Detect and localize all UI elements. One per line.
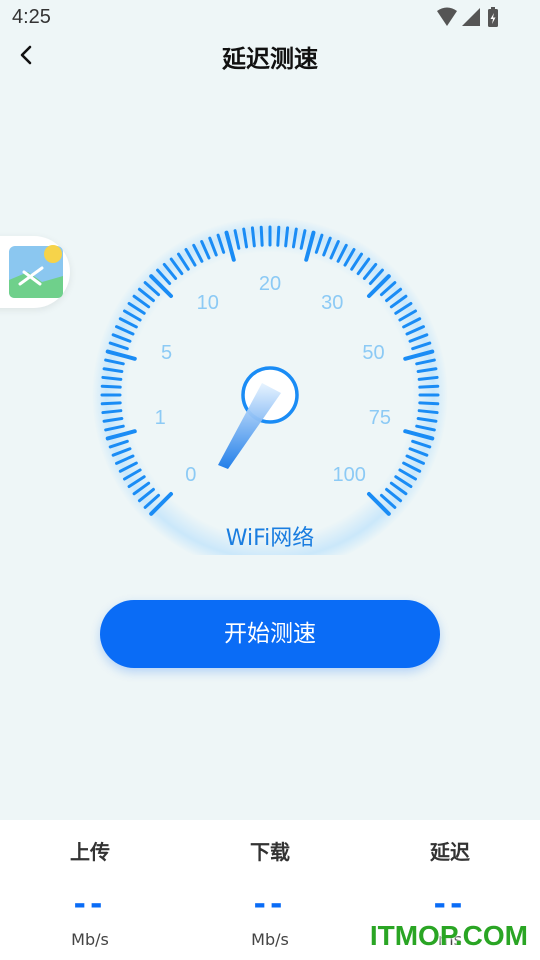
watermark-logo: ITMOP.COM bbox=[369, 920, 528, 951]
gauge-label-100: 100 bbox=[333, 464, 366, 486]
battery-icon bbox=[488, 7, 498, 27]
stat-download-value: -- bbox=[253, 887, 287, 922]
status-time: 4:25 bbox=[12, 6, 51, 28]
gauge-label-20: 20 bbox=[259, 273, 281, 295]
start-test-button[interactable]: 开始测速 bbox=[100, 600, 440, 668]
speed-gauge: 0 1 5 10 20 30 50 75 100 bbox=[92, 217, 448, 555]
network-type-label: WiFi网络 bbox=[225, 526, 315, 551]
gauge-tick bbox=[259, 225, 264, 247]
status-icons bbox=[437, 7, 498, 27]
gauge-label-30: 30 bbox=[321, 292, 343, 314]
stat-upload-value: -- bbox=[73, 887, 107, 922]
gauge-tick bbox=[101, 375, 123, 381]
gauge-tick bbox=[250, 226, 256, 248]
signal-icon bbox=[462, 8, 480, 26]
gauge-tick bbox=[276, 225, 281, 247]
stat-upload-unit: Mb/s bbox=[71, 930, 109, 949]
gauge-tick bbox=[101, 409, 123, 415]
stat-download-title: 下载 bbox=[250, 840, 290, 864]
gauge-tick bbox=[418, 401, 440, 406]
gauge-tick bbox=[417, 409, 439, 415]
gauge-label-0: 0 bbox=[185, 464, 196, 486]
gauge-tick bbox=[100, 384, 122, 389]
stat-download-unit: Mb/s bbox=[251, 930, 289, 949]
gauge-tick bbox=[418, 384, 440, 389]
gauge-tick bbox=[417, 375, 439, 381]
stat-latency-title: 延迟 bbox=[430, 840, 470, 864]
gauge-tick bbox=[284, 226, 290, 248]
wifi-icon bbox=[437, 7, 457, 26]
status-bar: 4:25 bbox=[0, 0, 540, 36]
stat-download: 下载 -- Mb/s bbox=[180, 820, 360, 949]
image-icon bbox=[9, 245, 63, 298]
floating-image-button[interactable] bbox=[0, 236, 70, 308]
stat-latency-value: -- bbox=[433, 887, 467, 922]
gauge-label-50: 50 bbox=[362, 342, 384, 364]
gauge-label-5: 5 bbox=[161, 342, 172, 364]
gauge-label-75: 75 bbox=[369, 407, 391, 429]
gauge-label-1: 1 bbox=[155, 407, 166, 429]
gauge-label-10: 10 bbox=[197, 292, 219, 314]
page-title: 延迟测速 bbox=[222, 45, 318, 73]
stat-upload-title: 上传 bbox=[70, 840, 110, 864]
header: 延迟测速 bbox=[0, 36, 540, 76]
stat-upload: 上传 -- Mb/s bbox=[0, 820, 180, 949]
gauge-tick bbox=[100, 401, 122, 406]
